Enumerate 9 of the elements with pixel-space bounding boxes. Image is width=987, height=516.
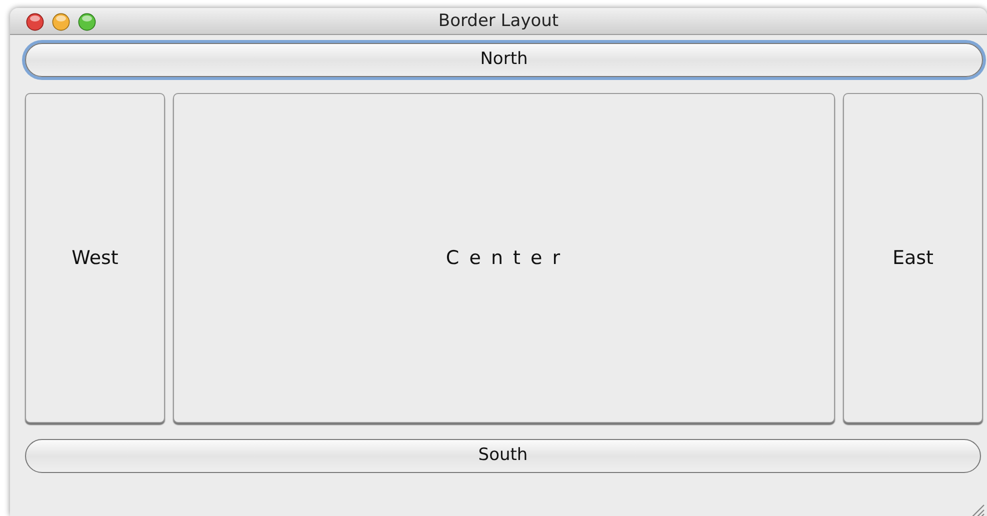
zoom-button[interactable] — [78, 13, 96, 31]
window-title: Border Layout — [438, 11, 559, 31]
south-button[interactable]: South — [25, 439, 981, 473]
center-button[interactable]: C e n t e r — [173, 93, 835, 423]
west-button[interactable]: West — [25, 93, 165, 423]
east-button[interactable]: East — [843, 93, 983, 423]
north-button[interactable]: North — [25, 43, 983, 77]
close-button[interactable] — [26, 13, 44, 31]
minimize-button[interactable] — [52, 13, 70, 31]
